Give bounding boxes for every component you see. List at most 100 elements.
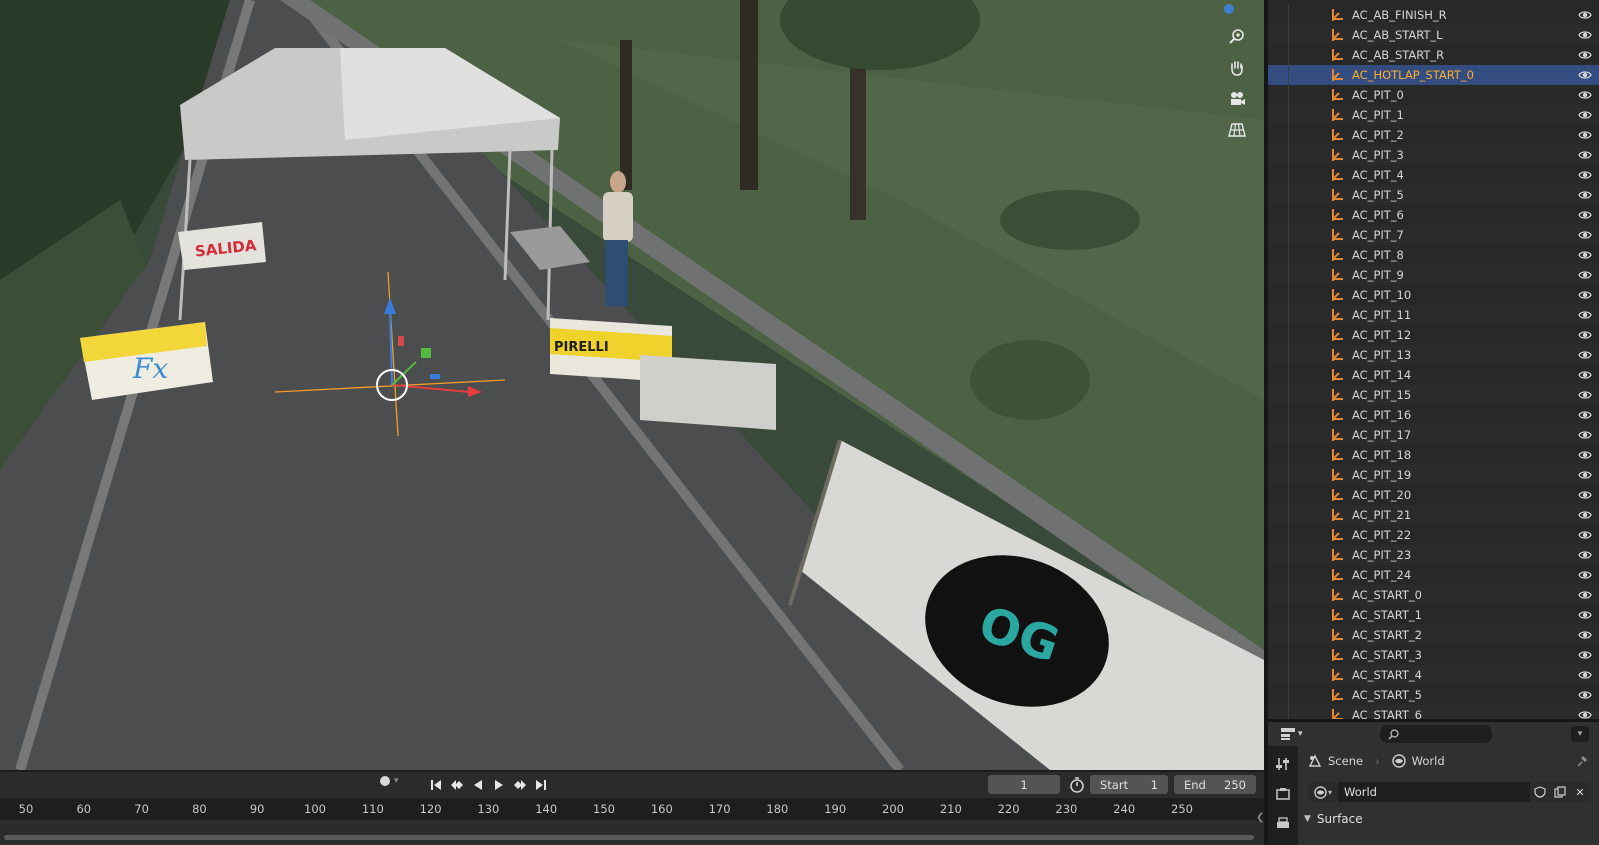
eye-visibility-icon[interactable] (1578, 489, 1592, 501)
gizmo-green-plane[interactable] (421, 348, 431, 358)
record-icon[interactable] (380, 776, 390, 786)
output-icon[interactable] (1275, 816, 1291, 832)
eye-visibility-icon[interactable] (1578, 289, 1592, 301)
outliner-row[interactable]: AC_PIT_1 (1268, 105, 1599, 125)
outliner-row[interactable]: AC_PIT_18 (1268, 445, 1599, 465)
outliner-row[interactable]: AC_PIT_21 (1268, 505, 1599, 525)
jump-end-icon[interactable] (531, 775, 550, 794)
eye-visibility-icon[interactable] (1578, 109, 1592, 121)
eye-visibility-icon[interactable] (1578, 709, 1592, 719)
eye-visibility-icon[interactable] (1578, 649, 1592, 661)
outliner-row[interactable]: AC_PIT_24 (1268, 565, 1599, 585)
eye-visibility-icon[interactable] (1578, 409, 1592, 421)
auto-keying-group[interactable]: ▾ (380, 776, 399, 786)
outliner-row[interactable]: AC_START_6 (1268, 705, 1599, 719)
outliner-row[interactable]: AC_PIT_15 (1268, 385, 1599, 405)
close-icon[interactable]: ✕ (1570, 782, 1590, 802)
outliner-row[interactable]: AC_START_5 (1268, 685, 1599, 705)
eye-visibility-icon[interactable] (1578, 529, 1592, 541)
eye-visibility-icon[interactable] (1578, 129, 1592, 141)
camera-icon[interactable] (1225, 87, 1249, 111)
outliner-row[interactable]: AC_AB_FINISH_R (1268, 5, 1599, 25)
outliner-row[interactable]: AC_PIT_17 (1268, 425, 1599, 445)
zoom-icon[interactable] (1225, 25, 1249, 49)
world-browse-button[interactable]: ▾ (1308, 782, 1338, 802)
eye-visibility-icon[interactable] (1578, 389, 1592, 401)
play-reverse-icon[interactable] (468, 775, 487, 794)
eye-visibility-icon[interactable] (1578, 509, 1592, 521)
outliner-row[interactable]: AC_PIT_22 (1268, 525, 1599, 545)
outliner-row[interactable]: AC_PIT_4 (1268, 165, 1599, 185)
viewport-scene[interactable]: SALIDA Fx PIRELLI OG (0, 0, 1264, 770)
eye-visibility-icon[interactable] (1578, 629, 1592, 641)
outliner-row[interactable]: AC_AB_START_R (1268, 45, 1599, 65)
timeline-ruler[interactable]: 50 60 70 80 90 100 110 120 130 140 150 160 170 180 190… (0, 798, 1264, 820)
tool-settings-icon[interactable] (1275, 756, 1291, 772)
eye-visibility-icon[interactable] (1578, 689, 1592, 701)
eye-visibility-icon[interactable] (1578, 9, 1592, 21)
editor-type-selector[interactable]: ▾ (1280, 725, 1308, 743)
frame-start-field[interactable]: Start 1 (1090, 775, 1168, 794)
outliner-row[interactable]: AC_AB_START_L (1268, 25, 1599, 45)
outliner-row[interactable]: AC_START_3 (1268, 645, 1599, 665)
eye-visibility-icon[interactable] (1578, 589, 1592, 601)
outliner-row[interactable]: AC_PIT_19 (1268, 465, 1599, 485)
eye-visibility-icon[interactable] (1578, 669, 1592, 681)
eye-visibility-icon[interactable] (1578, 469, 1592, 481)
eye-visibility-icon[interactable] (1578, 569, 1592, 581)
eye-visibility-icon[interactable] (1578, 189, 1592, 201)
stopwatch-icon[interactable] (1068, 776, 1086, 794)
outliner-row[interactable]: AC_START_4 (1268, 665, 1599, 685)
outliner-row[interactable]: AC_PIT_14 (1268, 365, 1599, 385)
eye-visibility-icon[interactable] (1578, 49, 1592, 61)
outliner-row[interactable]: AC_PIT_11 (1268, 305, 1599, 325)
eye-visibility-icon[interactable] (1578, 229, 1592, 241)
next-keyframe-icon[interactable] (510, 775, 529, 794)
eye-visibility-icon[interactable] (1578, 329, 1592, 341)
jump-start-icon[interactable] (426, 775, 445, 794)
gizmo-blue-plane[interactable] (430, 374, 440, 379)
ortho-grid-icon[interactable] (1225, 118, 1249, 142)
eye-visibility-icon[interactable] (1578, 369, 1592, 381)
outliner-row[interactable]: AC_START_0 (1268, 585, 1599, 605)
world-name-field[interactable]: World (1338, 782, 1530, 802)
play-icon[interactable] (489, 775, 508, 794)
outliner-row[interactable]: AC_PIT_23 (1268, 545, 1599, 565)
pan-hand-icon[interactable] (1225, 56, 1249, 80)
outliner-row[interactable]: AC_START_1 (1268, 605, 1599, 625)
chevron-down-icon[interactable]: ▾ (1571, 726, 1589, 742)
eye-visibility-icon[interactable] (1578, 429, 1592, 441)
properties-search-input[interactable] (1380, 725, 1492, 743)
eye-visibility-icon[interactable] (1578, 349, 1592, 361)
duplicate-icon[interactable] (1550, 782, 1570, 802)
outliner-row[interactable]: AC_PIT_3 (1268, 145, 1599, 165)
outliner-row[interactable]: AC_PIT_10 (1268, 285, 1599, 305)
prev-keyframe-icon[interactable] (447, 775, 466, 794)
eye-visibility-icon[interactable] (1578, 89, 1592, 101)
outliner-row[interactable]: AC_PIT_2 (1268, 125, 1599, 145)
outliner-row[interactable]: AC_START_2 (1268, 625, 1599, 645)
outliner-row[interactable]: AC_PIT_8 (1268, 245, 1599, 265)
eye-visibility-icon[interactable] (1578, 29, 1592, 41)
outliner-row[interactable]: AC_HOTLAP_START_0 (1268, 65, 1599, 85)
outliner-row[interactable]: AC_PIT_7 (1268, 225, 1599, 245)
eye-visibility-icon[interactable] (1578, 609, 1592, 621)
fake-user-shield-icon[interactable] (1530, 782, 1550, 802)
outliner-row[interactable]: AC_PIT_20 (1268, 485, 1599, 505)
axis-z-dot[interactable] (1224, 4, 1234, 14)
eye-visibility-icon[interactable] (1578, 449, 1592, 461)
eye-visibility-icon[interactable] (1578, 549, 1592, 561)
outliner-row[interactable]: AC_PIT_9 (1268, 265, 1599, 285)
eye-visibility-icon[interactable] (1578, 309, 1592, 321)
timeline-track[interactable] (0, 820, 1264, 845)
surface-panel-header[interactable]: ▼ Surface (1304, 808, 1594, 830)
current-frame-field[interactable]: 1 (988, 775, 1060, 794)
frame-end-field[interactable]: End 250 (1174, 775, 1256, 794)
chevron-down-icon[interactable]: ▾ (394, 776, 399, 786)
eye-visibility-icon[interactable] (1578, 149, 1592, 161)
outliner-row[interactable]: AC_PIT_13 (1268, 345, 1599, 365)
timeline-scrollbar[interactable] (4, 835, 1254, 840)
eye-visibility-icon[interactable] (1578, 169, 1592, 181)
gizmo-red-plane[interactable] (398, 336, 404, 346)
outliner-row[interactable]: AC_PIT_0 (1268, 85, 1599, 105)
